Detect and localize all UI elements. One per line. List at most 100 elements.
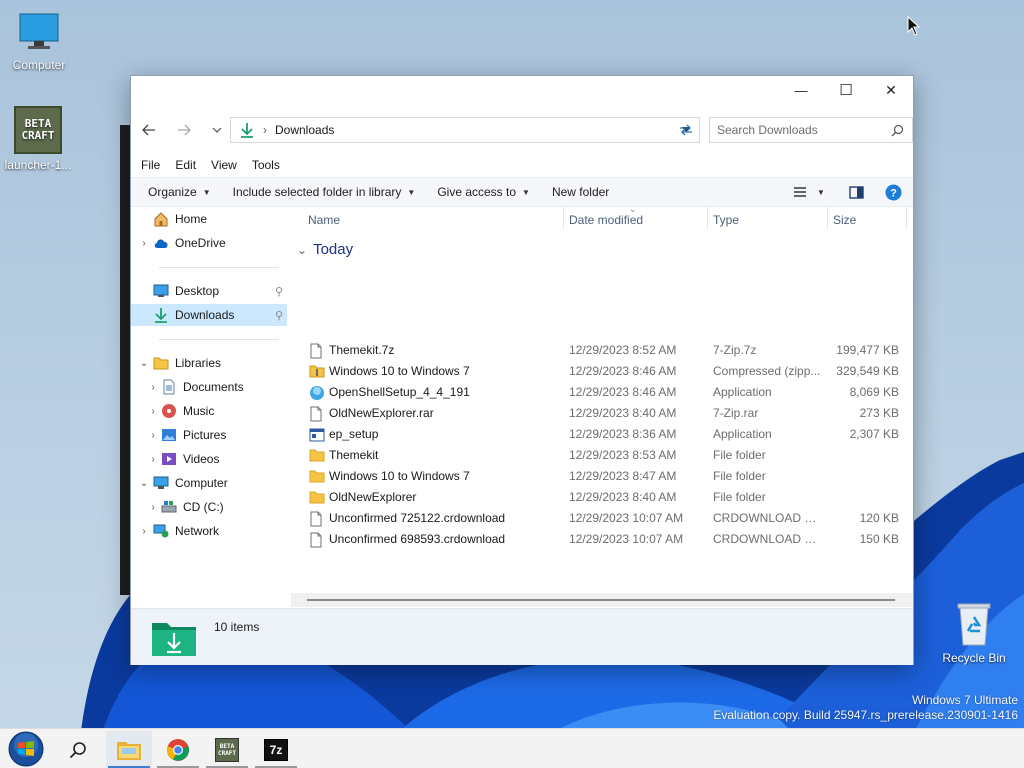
chevron-down-icon[interactable]: ⌄ bbox=[135, 358, 153, 369]
group-header-today[interactable]: ⌄ Today bbox=[297, 241, 353, 258]
column-divider[interactable] bbox=[906, 207, 907, 229]
refresh-button[interactable] bbox=[676, 120, 696, 140]
chevron-right-icon[interactable]: › bbox=[145, 502, 161, 513]
search-icon bbox=[69, 741, 86, 758]
file-name: Windows 10 to Windows 7 bbox=[329, 469, 470, 483]
breadcrumb-downloads[interactable]: Downloads bbox=[275, 123, 334, 137]
column-name[interactable]: Name bbox=[308, 213, 340, 227]
column-divider[interactable] bbox=[827, 207, 828, 229]
forward-arrow-icon bbox=[178, 124, 191, 136]
file-row[interactable]: OpenShellSetup_4_4_191 12/29/2023 8:46 AM… bbox=[291, 382, 913, 403]
explorer-window: — ☐ ✕ › Downloads Search Downloads File … bbox=[130, 75, 914, 665]
chevron-right-icon[interactable]: › bbox=[135, 238, 153, 249]
desktop-icon-recycle-bin[interactable]: Recycle Bin bbox=[936, 601, 1012, 665]
desktop-icon-computer[interactable]: Computer bbox=[1, 10, 77, 72]
view-options-button[interactable]: ▼ bbox=[785, 179, 833, 205]
minimize-button[interactable]: — bbox=[778, 76, 824, 104]
nav-videos[interactable]: › Videos bbox=[131, 448, 287, 470]
chevron-right-icon[interactable]: › bbox=[145, 430, 161, 441]
documents-icon bbox=[161, 379, 177, 395]
column-divider[interactable] bbox=[707, 207, 708, 229]
nav-computer-label: Computer bbox=[175, 476, 228, 490]
back-button[interactable] bbox=[139, 120, 159, 140]
forward-button[interactable] bbox=[174, 120, 194, 140]
scrollbar-thumb[interactable] bbox=[307, 599, 895, 601]
menu-view[interactable]: View bbox=[211, 156, 237, 176]
chevron-down-icon[interactable]: ⌄ bbox=[135, 478, 153, 489]
address-bar[interactable]: › Downloads bbox=[230, 117, 700, 143]
file-row[interactable]: Themekit 12/29/2023 8:53 AM File folder bbox=[291, 445, 913, 466]
new-folder-button[interactable]: New folder bbox=[544, 179, 617, 205]
organize-label: Organize bbox=[148, 185, 197, 199]
search-box[interactable]: Search Downloads bbox=[709, 117, 913, 143]
desktop-icon-label: launcher-1... bbox=[4, 158, 72, 172]
nav-documents[interactable]: › Documents bbox=[131, 376, 287, 398]
search-button[interactable] bbox=[55, 731, 101, 768]
column-headers: Name Date modified ⌄ Type Size bbox=[291, 204, 913, 232]
nav-network[interactable]: › Network bbox=[131, 520, 287, 542]
maximize-icon: ☐ bbox=[839, 82, 853, 99]
taskbar-explorer[interactable] bbox=[106, 731, 152, 768]
file-row[interactable]: Unconfirmed 698593.crdownload 12/29/2023 … bbox=[291, 529, 913, 550]
chevron-right-icon[interactable]: › bbox=[145, 382, 161, 393]
taskbar-chrome[interactable] bbox=[155, 731, 201, 768]
file-row[interactable]: OldNewExplorer.rar 12/29/2023 8:40 AM 7-Zi… bbox=[291, 403, 913, 424]
file-type: Application bbox=[713, 427, 772, 441]
start-button[interactable] bbox=[2, 730, 50, 767]
include-in-library-button[interactable]: Include selected folder in library ▼ bbox=[225, 179, 424, 205]
maximize-button[interactable]: ☐ bbox=[823, 76, 869, 104]
file-name: ep_setup bbox=[329, 427, 379, 441]
column-size[interactable]: Size bbox=[833, 213, 856, 227]
file-row[interactable]: Themekit.7z 12/29/2023 8:52 AM 7-Zip.7z 199… bbox=[291, 340, 913, 361]
organize-button[interactable]: Organize ▼ bbox=[140, 179, 219, 205]
nav-desktop[interactable]: Desktop ⚲ bbox=[131, 280, 287, 302]
search-input[interactable]: Search Downloads bbox=[717, 123, 818, 137]
file-row[interactable]: OldNewExplorer 12/29/2023 8:40 AM File fol… bbox=[291, 487, 913, 508]
nav-onedrive-label: OneDrive bbox=[175, 236, 226, 250]
preview-pane-button[interactable] bbox=[841, 179, 872, 205]
horizontal-scrollbar[interactable] bbox=[291, 593, 913, 607]
pin-icon: ⚲ bbox=[274, 285, 283, 298]
close-button[interactable]: ✕ bbox=[868, 76, 914, 104]
file-size: 120 KB bbox=[859, 511, 899, 525]
nav-pictures-label: Pictures bbox=[183, 428, 227, 442]
nav-music[interactable]: › Music bbox=[131, 400, 287, 422]
caret-down-icon: ▼ bbox=[522, 187, 530, 197]
chevron-right-icon[interactable]: › bbox=[145, 406, 161, 417]
music-icon bbox=[161, 403, 177, 419]
menu-tools[interactable]: Tools bbox=[252, 156, 280, 176]
nav-onedrive[interactable]: › OneDrive bbox=[131, 232, 287, 254]
explorer-icon bbox=[117, 741, 141, 760]
nav-computer[interactable]: ⌄ Computer bbox=[131, 472, 287, 494]
nav-downloads[interactable]: Downloads ⚲ bbox=[131, 304, 287, 326]
chevron-right-icon[interactable]: › bbox=[145, 454, 161, 465]
desktop-icon-launcher[interactable]: BETA CRAFT launcher-1... bbox=[0, 106, 76, 172]
taskbar-7zip[interactable]: 7z bbox=[253, 731, 299, 768]
nav-drive-c[interactable]: › CD (C:) bbox=[131, 496, 287, 518]
give-access-button[interactable]: Give access to ▼ bbox=[429, 179, 538, 205]
7zip-icon: 7z bbox=[264, 738, 288, 761]
chevron-right-icon[interactable]: › bbox=[135, 526, 153, 537]
menu-file[interactable]: File bbox=[141, 156, 160, 176]
nav-downloads-label: Downloads bbox=[175, 308, 235, 322]
network-icon bbox=[153, 523, 169, 539]
logo-text-craft: CRAFT bbox=[21, 130, 55, 142]
taskbar-betacraft[interactable]: BETA CRAFT bbox=[204, 731, 250, 768]
recent-locations-button[interactable] bbox=[207, 120, 227, 140]
file-row[interactable]: Windows 10 to Windows 7 12/29/2023 8:47 A… bbox=[291, 466, 913, 487]
computer-icon bbox=[153, 475, 169, 491]
nav-pictures[interactable]: › Pictures bbox=[131, 424, 287, 446]
title-bar[interactable]: — ☐ ✕ bbox=[131, 76, 913, 104]
nav-home[interactable]: Home bbox=[131, 208, 287, 230]
help-button[interactable]: ? bbox=[877, 179, 910, 205]
preview-pane-icon bbox=[849, 185, 864, 199]
file-row[interactable]: ep_setup 12/29/2023 8:36 AM Application 2,3… bbox=[291, 424, 913, 445]
column-divider[interactable] bbox=[563, 207, 564, 229]
file-row[interactable]: Windows 10 to Windows 7 12/29/2023 8:46 A… bbox=[291, 361, 913, 382]
column-date[interactable]: Date modified bbox=[569, 213, 643, 227]
menu-edit[interactable]: Edit bbox=[175, 156, 196, 176]
file-size: 273 KB bbox=[859, 406, 899, 420]
nav-libraries[interactable]: ⌄ Libraries bbox=[131, 352, 287, 374]
file-row[interactable]: Unconfirmed 725122.crdownload 12/29/2023 … bbox=[291, 508, 913, 529]
column-type[interactable]: Type bbox=[713, 213, 739, 227]
